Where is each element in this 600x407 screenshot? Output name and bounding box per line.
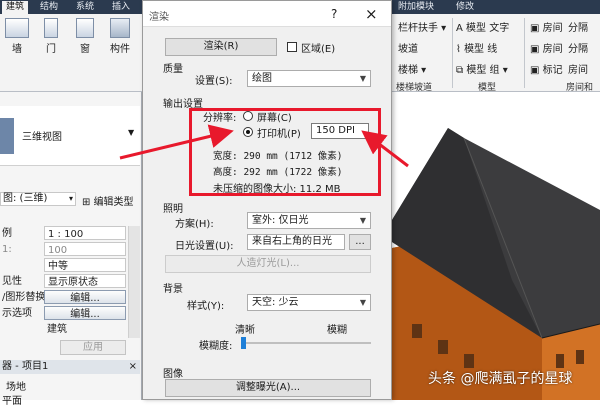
door-button[interactable]: 门	[38, 18, 64, 55]
tab-insert[interactable]: 插入	[108, 1, 134, 14]
help-icon[interactable]: ?	[331, 7, 337, 21]
browser-item-site[interactable]: 场地	[6, 378, 26, 393]
chevron-down-icon: ▼	[359, 216, 366, 225]
adjust-exposure-button[interactable]: 调整曝光(A)...	[165, 379, 371, 397]
property-row: 1: 100	[0, 242, 128, 257]
annotation-highlight-box	[189, 108, 381, 196]
door-icon	[44, 18, 58, 38]
window-icon	[76, 18, 94, 38]
property-row: /图形替换 编辑...	[0, 290, 128, 305]
3d-viewport[interactable]	[392, 92, 600, 400]
component-label: 构件	[110, 44, 130, 55]
haze-slider-thumb[interactable]	[241, 337, 246, 349]
wall-button[interactable]: 墙	[2, 18, 32, 55]
railing-button[interactable]: 栏杆扶手 ▾	[398, 19, 446, 34]
apply-button[interactable]: 应用	[60, 340, 126, 355]
visibility-field[interactable]: 显示原状态	[44, 274, 126, 288]
stair-button[interactable]: 楼梯 ▾	[398, 61, 426, 76]
ribbon-separator	[524, 18, 525, 88]
room-tag2-button[interactable]: 房间	[568, 61, 588, 76]
component-icon	[110, 18, 130, 38]
quality-setting-dropdown[interactable]: 绘图 ▼	[247, 70, 371, 87]
tab-structure[interactable]: 结构	[36, 1, 62, 14]
building-model-image	[392, 128, 600, 400]
dialog-title: 渲染	[149, 12, 169, 23]
graphics-override-edit-button[interactable]: 编辑...	[44, 290, 126, 304]
background-header: 背景	[163, 284, 183, 295]
clear-label: 清晰	[235, 325, 255, 336]
edit-type-button[interactable]: ⊞ 编辑类型	[82, 193, 134, 208]
display-options-edit-button[interactable]: 编辑...	[44, 306, 126, 320]
background-style-label: 样式(Y):	[187, 301, 225, 312]
setting-label: 设置(S):	[195, 76, 233, 87]
view-selector[interactable]: 图: (三维) ▾	[0, 192, 76, 206]
sun-setting-browse-button[interactable]: ...	[349, 234, 371, 250]
close-icon: ×	[128, 361, 137, 372]
artificial-lights-button[interactable]: 人造灯光(L)...	[165, 255, 371, 273]
haze-slider-track[interactable]	[241, 342, 371, 344]
chevron-down-icon: ▼	[128, 128, 135, 137]
type-selector[interactable]: 三维视图 ▼	[0, 106, 140, 166]
property-row: 见性 显示原状态	[0, 274, 128, 289]
render-dialog: 渲染 ? × 渲染(R) 区域(E) 质量 设置(S): 绘图 ▼ 输出设置 分辨…	[142, 0, 392, 400]
tab-architecture[interactable]: 建筑	[2, 1, 29, 14]
dialog-title-bar: 渲染 ? ×	[143, 1, 391, 27]
wall-icon	[5, 18, 29, 38]
door-label: 门	[46, 44, 56, 55]
blur-label: 模糊	[327, 325, 347, 336]
haze-label: 模糊度:	[199, 341, 233, 352]
discipline-value: 建筑	[47, 324, 67, 335]
region-label: 区域(E)	[301, 44, 336, 55]
model-text-button[interactable]: A 模型 文字	[456, 19, 509, 34]
tab-systems[interactable]: 系统	[72, 1, 98, 14]
view-thumbnail-icon	[0, 118, 14, 154]
tag-button[interactable]: ▣ 标记	[530, 61, 563, 76]
tab-addins[interactable]: 附加模块	[394, 1, 438, 14]
scheme-label: 方案(H):	[175, 219, 214, 230]
tab-modify[interactable]: 修改	[452, 1, 478, 14]
background-style-dropdown[interactable]: 天空: 少云 ▼	[247, 294, 371, 311]
quality-header: 质量	[163, 64, 183, 75]
lighting-scheme-dropdown[interactable]: 室外: 仅日光 ▼	[247, 212, 371, 229]
properties-panel: 三维视图 ▼ 图: (三维) ▾ ⊞ 编辑类型 例1 : 100 1: 100 中等…	[0, 92, 142, 407]
property-row: 例1 : 100	[0, 226, 128, 241]
ramp-button[interactable]: 坡道	[398, 40, 418, 55]
image-header: 图像	[163, 369, 183, 380]
scale-value: 100	[44, 242, 126, 256]
watermark: 头条 @爬满虱子的星球	[428, 371, 573, 387]
region-checkbox[interactable]	[287, 42, 297, 52]
close-icon[interactable]: ×	[365, 5, 378, 23]
property-row: 中等	[0, 258, 128, 273]
chevron-down-icon: ▼	[359, 74, 366, 83]
lighting-header: 照明	[163, 204, 183, 215]
render-button[interactable]: 渲染(R)	[165, 38, 277, 56]
property-row: 示选项 编辑...	[0, 306, 128, 321]
room-separator-button[interactable]: 分隔	[568, 19, 588, 34]
window-button[interactable]: 窗	[72, 18, 98, 55]
project-browser-title: 器 - 项目1 ×	[0, 360, 140, 374]
type-name: 三维视图	[22, 132, 62, 143]
sun-setting-field[interactable]: 来自右上角的日光	[247, 234, 345, 250]
window-label: 窗	[80, 44, 90, 55]
property-row: 建筑	[0, 322, 128, 337]
component-button[interactable]: 构件	[104, 18, 136, 55]
wall-label: 墙	[12, 44, 22, 55]
room-button[interactable]: ▣ 房间	[530, 19, 563, 34]
detail-level-field[interactable]: 中等	[44, 258, 126, 272]
chevron-down-icon: ▼	[359, 298, 366, 307]
ribbon-separator	[452, 18, 453, 88]
model-line-button[interactable]: ⌇ 模型 线	[456, 40, 497, 55]
model-group-button[interactable]: ⧉ 模型 组 ▾	[456, 61, 508, 76]
sun-setting-label: 日光设置(U):	[175, 241, 234, 252]
area-separator-button[interactable]: 分隔	[568, 40, 588, 55]
properties-scrollbar[interactable]	[128, 226, 140, 338]
scale-field[interactable]: 1 : 100	[44, 226, 126, 240]
room-tag-button[interactable]: ▣ 房间	[530, 40, 563, 55]
